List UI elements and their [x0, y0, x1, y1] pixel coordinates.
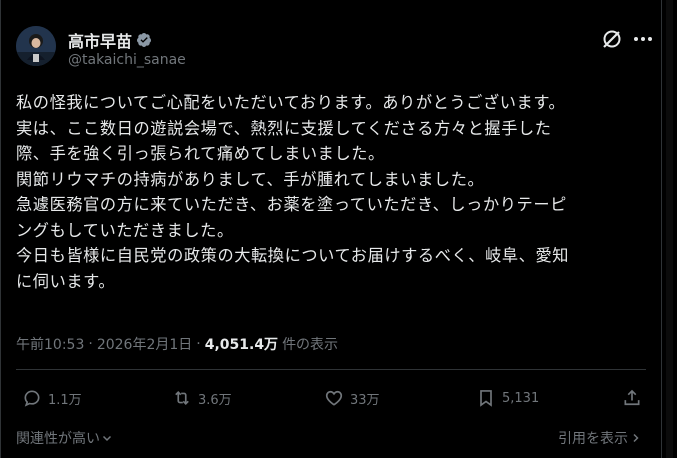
post-date[interactable]: 2026年2月1日: [97, 334, 192, 354]
post-line: 実は、ここ数日の遊説会場で、熱烈に支援してくださる方々と握手した: [16, 118, 552, 138]
post-line: 急遽医務官の方に来ていただき、お薬を塗っていただき、しっかりテーピ: [16, 195, 567, 214]
reply-icon: [24, 390, 40, 407]
reply-sort-label: 関連性が高い: [16, 431, 100, 447]
meta-separator: ·: [88, 336, 93, 352]
view-quotes-link[interactable]: 引用を表示: [558, 428, 640, 448]
reply-count: 1.1万: [48, 392, 82, 408]
post-line: 際、手を強く引っ張られて痛めてしまいました。: [16, 144, 385, 163]
action-bar: 1.1万 3.6万 33万 5,131: [16, 388, 646, 412]
views-label: 件の表示: [282, 337, 339, 353]
share-icon: [624, 389, 640, 406]
author-name[interactable]: 高市早苗: [68, 28, 132, 52]
post-text: 私の怪我についてご心配をいただいております。ありがとうございます。 実は、ここ数…: [16, 90, 656, 294]
post-meta: 午前10:53 · 2026年2月1日 · 4,051.4万 件の表示: [16, 334, 338, 354]
post-line: ングもしていただきました。: [16, 220, 234, 240]
like-count: 33万: [350, 392, 380, 408]
view-quotes-label: 引用を表示: [558, 431, 628, 447]
repost-button[interactable]: 3.6万: [172, 388, 232, 408]
post-line: 今日も皆様に自民党の政策の大転換についてお届けするべく、岐阜、愛知: [16, 246, 570, 265]
reply-button[interactable]: 1.1万: [22, 388, 82, 408]
scrollbar-thumb[interactable]: [666, 0, 673, 458]
verified-badge-icon[interactable]: [136, 32, 152, 48]
author-handle[interactable]: @takaichi_sanae: [68, 52, 186, 68]
post-time[interactable]: 午前10:53: [16, 334, 84, 354]
repost-icon: [175, 390, 189, 406]
reply-sort-dropdown[interactable]: 関連性が高い: [16, 428, 112, 448]
author-name-row[interactable]: 高市早苗: [68, 28, 152, 52]
repost-count: 3.6万: [198, 392, 232, 408]
grok-icon[interactable]: [601, 27, 624, 50]
tweet-detail-view: 高市早苗 @takaichi_sanae 私の怪我についてご心配をいただいており…: [0, 0, 677, 458]
chevron-down-icon: [102, 431, 112, 447]
bookmark-button[interactable]: 5,131: [476, 388, 539, 408]
more-dots-icon[interactable]: [631, 28, 655, 50]
divider: [16, 369, 646, 370]
chevron-right-icon: [632, 431, 640, 447]
avatar[interactable]: [16, 26, 56, 66]
like-button[interactable]: 33万: [324, 388, 380, 408]
heart-icon: [325, 390, 343, 406]
bookmark-count: 5,131: [502, 390, 540, 406]
views-count[interactable]: 4,051.4万: [205, 334, 278, 354]
share-button[interactable]: [622, 388, 642, 408]
post-line: に伺います。: [16, 271, 116, 291]
bookmark-icon: [480, 390, 492, 407]
post-line: 私の怪我についてご心配をいただいております。ありがとうございます。: [16, 93, 566, 112]
column-border-left: [0, 0, 1, 458]
meta-separator: ·: [196, 336, 201, 352]
post-line: 関節リウマチの持病がありまして、手が腫れてしまいました。: [16, 169, 485, 189]
